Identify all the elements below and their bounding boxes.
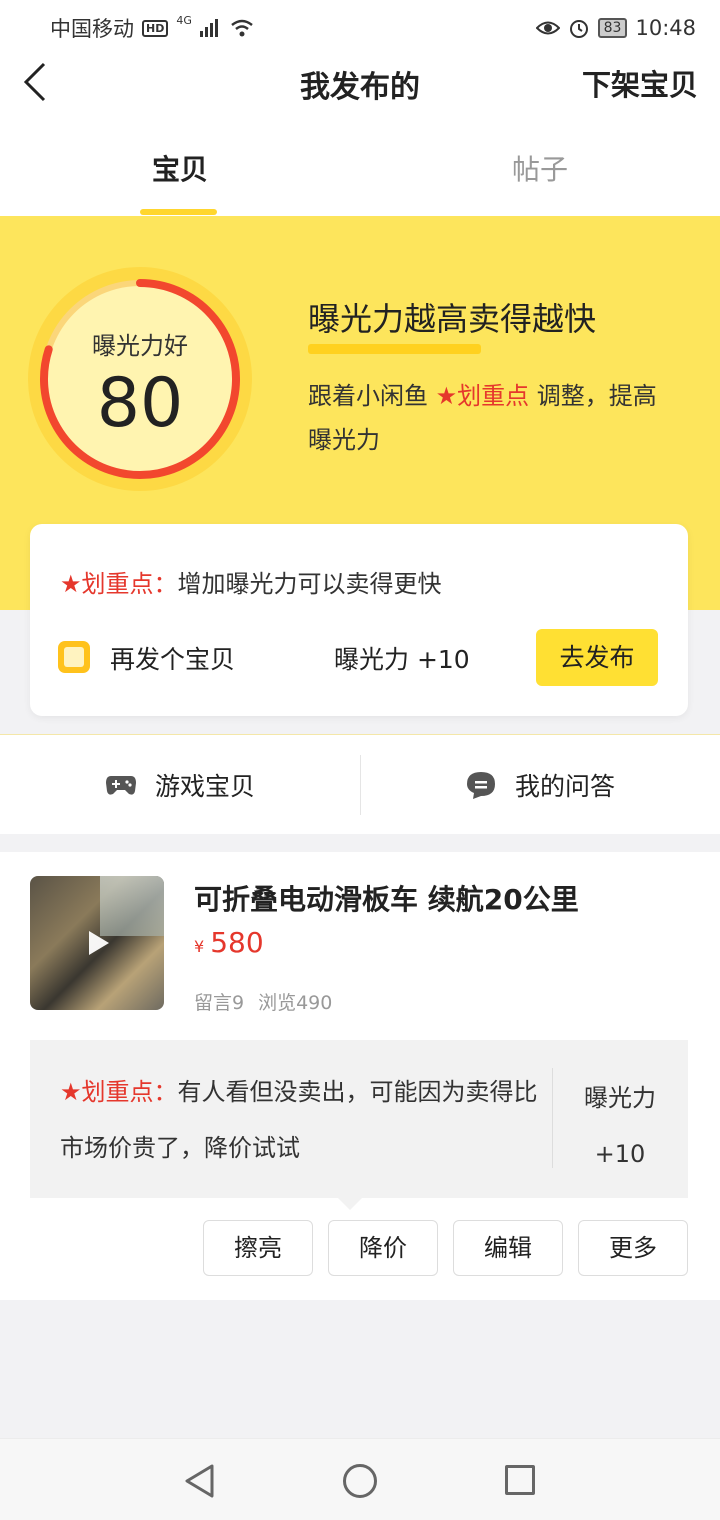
tip-tag: ★划重点： bbox=[60, 570, 178, 598]
repost-icon bbox=[58, 641, 90, 673]
tip-line: ★划重点：增加曝光力可以卖得更快 bbox=[60, 564, 442, 599]
thumbnail-highlight bbox=[100, 876, 164, 936]
shortcut-label: 我的问答 bbox=[514, 772, 615, 801]
status-bar: 中国移动 HD 4G 83 10:48 bbox=[0, 0, 720, 56]
price-value: 580 bbox=[210, 926, 264, 959]
chat-bubble-icon bbox=[466, 772, 495, 799]
shortcut-my-qa[interactable]: 我的问答 bbox=[360, 735, 720, 835]
system-home-icon[interactable] bbox=[343, 1464, 377, 1498]
gauge-score: 80 bbox=[96, 364, 184, 443]
desc-highlight: ★划重点 bbox=[435, 382, 530, 410]
item-price: ¥580 bbox=[194, 926, 264, 959]
system-recents-icon[interactable] bbox=[505, 1465, 535, 1495]
shortcut-game-items[interactable]: 游戏宝贝 bbox=[0, 735, 360, 835]
repost-label: 再发个宝贝 bbox=[110, 645, 236, 674]
edit-button[interactable]: 编辑 bbox=[453, 1220, 563, 1276]
advice-box: ★划重点：有人看但没卖出，可能因为卖得比市场价贵了，降价试试 曝光力 +10 bbox=[30, 1040, 688, 1198]
gauge-label: 曝光力好 bbox=[92, 332, 188, 360]
comment-count: 留言9 bbox=[194, 992, 245, 1014]
advice-tag: ★划重点： bbox=[60, 1078, 178, 1106]
item-thumbnail[interactable] bbox=[30, 876, 164, 1010]
system-back-icon[interactable] bbox=[182, 1463, 218, 1499]
battery-icon: 83 bbox=[597, 18, 628, 38]
refresh-button[interactable]: 擦亮 bbox=[203, 1220, 313, 1276]
tab-indicator bbox=[140, 209, 217, 215]
header: 我发布的 下架宝贝 bbox=[0, 56, 720, 108]
hero-description: 跟着小闲鱼 ★划重点 调整，提高曝光力 bbox=[308, 374, 668, 462]
advice-gain: 曝光力 +10 bbox=[560, 1070, 680, 1182]
currency-symbol: ¥ bbox=[194, 937, 205, 956]
alarm-icon bbox=[569, 20, 588, 38]
clock: 10:48 bbox=[635, 16, 696, 40]
tip-card: ★划重点：增加曝光力可以卖得更快 再发个宝贝 曝光力 +10 去发布 bbox=[30, 524, 688, 716]
advice-gain-value: +10 bbox=[594, 1140, 646, 1168]
headline-underline bbox=[308, 344, 481, 354]
tab-posts[interactable]: 帖子 bbox=[360, 148, 720, 188]
view-count: 浏览490 bbox=[258, 992, 333, 1014]
eye-icon bbox=[535, 21, 560, 35]
system-nav-bar bbox=[0, 1438, 720, 1520]
gamepad-icon bbox=[105, 776, 136, 795]
item-stats: 留言9 浏览490 bbox=[194, 988, 346, 1015]
publish-button[interactable]: 去发布 bbox=[536, 629, 658, 686]
carrier-name: 中国移动 bbox=[50, 17, 134, 41]
tab-items[interactable]: 宝贝 bbox=[0, 148, 360, 188]
listing-card[interactable]: 可折叠电动滑板车 续航20公里 ¥580 留言9 浏览490 ★划重点：有人看但没… bbox=[0, 852, 720, 1300]
more-button[interactable]: 更多 bbox=[578, 1220, 688, 1276]
delist-button[interactable]: 下架宝贝 bbox=[582, 62, 698, 104]
status-right: 83 10:48 bbox=[535, 16, 696, 40]
play-icon bbox=[89, 931, 109, 955]
tip-text: 增加曝光力可以卖得更快 bbox=[177, 570, 442, 598]
shortcut-label: 游戏宝贝 bbox=[154, 772, 255, 801]
wifi-icon bbox=[231, 19, 253, 37]
tab-bar: 宝贝 帖子 bbox=[0, 108, 720, 216]
shortcut-bar: 游戏宝贝 我的问答 bbox=[0, 734, 720, 834]
hero-headline: 曝光力越高卖得越快 bbox=[308, 300, 597, 338]
status-left: 中国移动 HD 4G bbox=[50, 13, 254, 43]
advice-divider bbox=[552, 1068, 553, 1168]
signal-icon bbox=[199, 19, 218, 37]
advice-gain-label: 曝光力 bbox=[584, 1084, 656, 1112]
desc-prefix: 跟着小闲鱼 bbox=[308, 382, 436, 410]
repost-gain: 曝光力 +10 bbox=[334, 645, 470, 674]
advice-pointer bbox=[338, 1198, 362, 1210]
hd-icon: HD bbox=[142, 19, 169, 37]
price-drop-button[interactable]: 降价 bbox=[328, 1220, 438, 1276]
item-title[interactable]: 可折叠电动滑板车 续航20公里 bbox=[194, 878, 579, 918]
network-type: 4G bbox=[176, 13, 192, 27]
advice-text: ★划重点：有人看但没卖出，可能因为卖得比市场价贵了，降价试试 bbox=[60, 1064, 540, 1176]
